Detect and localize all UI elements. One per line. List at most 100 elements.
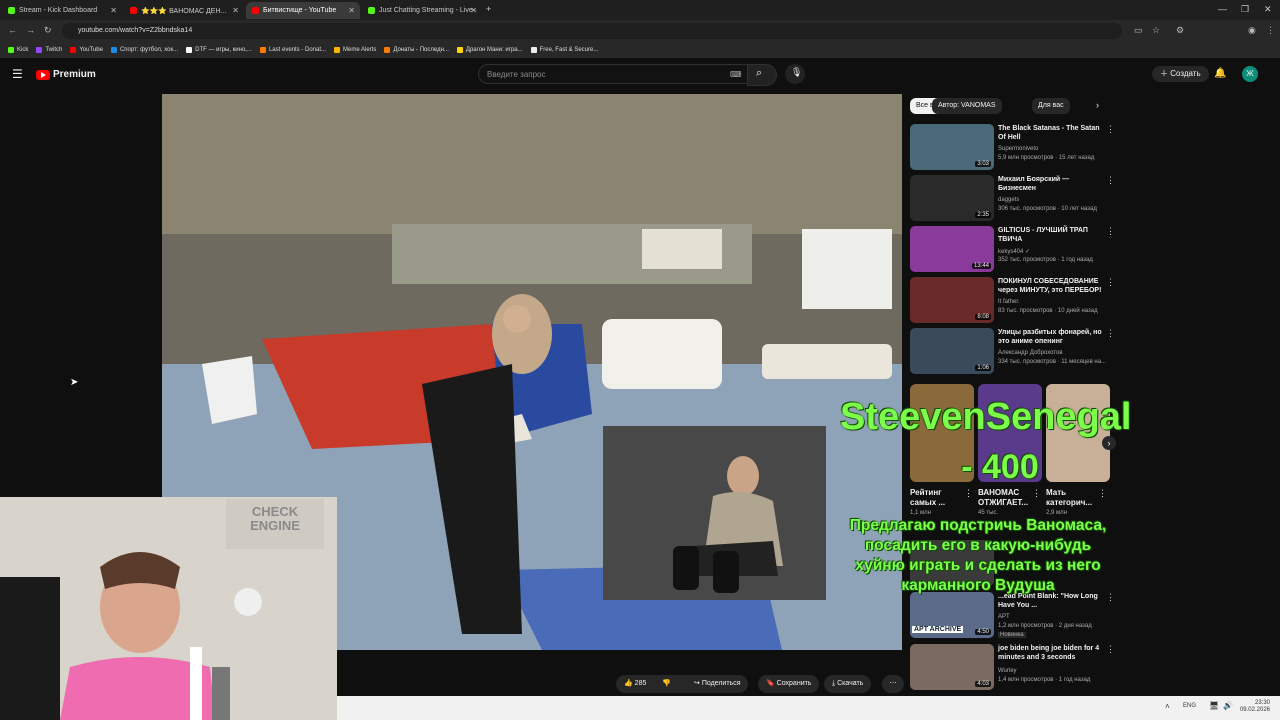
video-thumbnail[interactable]: 3:03	[910, 124, 994, 170]
bookmark-dtf[interactable]: DTF — игры, кино,...	[186, 47, 252, 53]
close-icon[interactable]: ✕	[348, 6, 355, 15]
list-item[interactable]: 4:03 joe biden being joe biden for 4 min…	[910, 644, 1120, 690]
like-count[interactable]: 285	[635, 680, 647, 687]
more-options-icon[interactable]: ⋮	[964, 488, 973, 499]
video-title[interactable]: The Black Satanas - The Satan Of Hell	[998, 124, 1102, 142]
more-options-icon[interactable]: ⋮	[1106, 124, 1115, 135]
more-options-icon[interactable]: ⋮	[1106, 277, 1115, 288]
list-item[interactable]: 13:44 GILTICUS - ЛУЧШИЙ ТРАП ТВИЧА kekys…	[910, 226, 1120, 272]
language-indicator[interactable]: ENG	[1183, 703, 1196, 709]
video-thumbnail[interactable]: 13:44	[910, 226, 994, 272]
more-actions-button[interactable]: ⋯	[882, 675, 904, 693]
create-button[interactable]: ＋ Создать	[1152, 66, 1209, 82]
bookmark-twitch[interactable]: Twitch	[36, 47, 62, 53]
save-button[interactable]: 🔖 Сохранить	[758, 675, 820, 693]
bookmark-sport[interactable]: Спорт: футбол, хок...	[110, 47, 178, 53]
video-title[interactable]: Улицы разбитых фонарей, но это аниме опе…	[998, 328, 1102, 346]
shorts-next-button[interactable]: ›	[1102, 436, 1116, 450]
tab-just-chatting[interactable]: Just Chatting Streaming - Live · ✕	[362, 2, 482, 19]
profile-icon[interactable]: ◉	[1248, 25, 1256, 36]
video-title[interactable]: ПОКИНУЛ СОБЕСЕДОВАНИЕ через МИНУТУ, это …	[998, 277, 1102, 295]
bookmark-dragon[interactable]: Драгон Мани: игра...	[456, 47, 523, 53]
notifications-bell-icon[interactable]: 🔔	[1214, 68, 1226, 79]
video-title[interactable]: joe biden being joe biden for 4 minutes …	[998, 644, 1102, 662]
video-thumbnail[interactable]: APT ARCHIVE 4:50	[910, 592, 994, 638]
network-icon[interactable]: 🖥	[1209, 701, 1219, 710]
channel-name[interactable]: daggets	[998, 197, 1019, 203]
bookmark-youtube[interactable]: YouTube	[70, 47, 103, 53]
minimize-icon[interactable]: —	[1218, 4, 1227, 14]
channel-name[interactable]: Supermoniveto	[998, 146, 1038, 152]
video-thumbnail[interactable]: 8:08	[910, 277, 994, 323]
more-options-icon[interactable]: ⋮	[1106, 644, 1115, 655]
tab-kick-dashboard[interactable]: Stream - Kick Dashboard ✕	[2, 2, 122, 19]
hamburger-menu-icon[interactable]: ☰	[12, 67, 23, 81]
close-icon[interactable]: ✕	[470, 6, 477, 15]
tab-vanomas[interactable]: ⭐⭐⭐ ВАНОМАС ДЕН... ✕	[124, 2, 244, 19]
seated-man-photo	[603, 426, 826, 600]
video-title[interactable]: GILTICUS - ЛУЧШИЙ ТРАП ТВИЧА	[998, 226, 1102, 244]
video-title[interactable]: Михаил Боярский — Бизнесмен	[998, 175, 1102, 193]
dislike-icon[interactable]: 👎	[662, 680, 671, 687]
close-window-icon[interactable]: ✕	[1264, 4, 1272, 15]
download-button[interactable]: ⤓ Скачать	[824, 675, 872, 693]
bookmark-donations[interactable]: Донаты - Последн...	[384, 47, 449, 53]
more-options-icon[interactable]: ⋮	[1098, 488, 1107, 499]
reload-icon[interactable]: ↻	[44, 25, 52, 36]
list-item[interactable]: 3:03 The Black Satanas - The Satan Of He…	[910, 124, 1120, 170]
short-title[interactable]: ВАНОМАС ОТЖИГАЕТ...	[978, 488, 1034, 508]
extensions-icon[interactable]: ⚙	[1176, 25, 1184, 36]
chip-author[interactable]: Автор: VANOMAS	[932, 98, 1002, 114]
menu-icon[interactable]: ⋮	[1266, 25, 1275, 36]
more-options-icon[interactable]: ⋮	[1032, 488, 1041, 499]
bookmark-meme-alerts[interactable]: Meme Alerts	[334, 47, 376, 53]
bookmark-kick[interactable]: Kick	[8, 47, 28, 53]
bookmark-donat[interactable]: Last events - Donat...	[259, 47, 326, 53]
duration-badge: 3:03	[975, 161, 991, 167]
short-title[interactable]: Мать категорич...	[1046, 488, 1102, 508]
channel-name[interactable]: Александр Доброхотов	[998, 350, 1063, 356]
list-item[interactable]: 2:35 Михаил Боярский — Бизнесмен daggets…	[910, 175, 1120, 221]
channel-name[interactable]: Wurley	[998, 668, 1017, 674]
clock[interactable]: 23:30 09.02.2026	[1240, 700, 1270, 714]
tray-arrow-icon[interactable]: ˄	[1165, 702, 1170, 711]
create-label: Создать	[1170, 69, 1201, 78]
share-button[interactable]: ↪ Поделиться	[686, 675, 749, 693]
chip-for-you[interactable]: Для вас	[1032, 98, 1070, 114]
keyboard-icon[interactable]: ⌨	[730, 70, 742, 79]
new-tab-button[interactable]: +	[486, 4, 491, 14]
list-item[interactable]: 8:08 ПОКИНУЛ СОБЕСЕДОВАНИЕ через МИНУТУ,…	[910, 277, 1120, 323]
tab-active-youtube[interactable]: Битвистище - YouTube ✕	[246, 2, 360, 19]
list-item[interactable]: 1:06 Улицы разбитых фонарей, но это аним…	[910, 328, 1120, 374]
star-icon[interactable]: ☆	[1152, 25, 1160, 36]
duration-badge: 8:08	[975, 314, 991, 320]
video-thumbnail[interactable]: 4:03	[910, 644, 994, 690]
more-options-icon[interactable]: ⋮	[1106, 328, 1115, 339]
close-icon[interactable]: ✕	[110, 6, 117, 15]
video-thumbnail[interactable]: 2:35	[910, 175, 994, 221]
more-options-icon[interactable]: ⋮	[1106, 226, 1115, 237]
list-item[interactable]: APT ARCHIVE 4:50 ...ead Point Blank: "Ho…	[910, 592, 1120, 638]
volume-icon[interactable]: 🔊	[1223, 701, 1233, 710]
cast-icon[interactable]: ▭	[1134, 25, 1143, 36]
channel-name[interactable]: kekys404 ✓	[998, 248, 1030, 255]
back-icon[interactable]: ←	[8, 25, 17, 35]
close-icon[interactable]: ✕	[232, 6, 239, 15]
maximize-icon[interactable]: ❐	[1241, 4, 1249, 15]
voice-search-button[interactable]: 🎙	[785, 64, 805, 84]
bookmark-free-fast[interactable]: Free, Fast & Secure...	[530, 47, 598, 53]
donation-amount: - 400	[961, 448, 1039, 486]
video-thumbnail[interactable]: 1:06	[910, 328, 994, 374]
forward-icon[interactable]: →	[26, 25, 35, 35]
like-icon[interactable]: 👍	[624, 680, 633, 687]
short-title[interactable]: Рейтинг самых ...	[910, 488, 966, 508]
youtube-logo[interactable]: Premium	[36, 69, 96, 80]
avatar[interactable]: Ж	[1242, 66, 1258, 82]
chevron-right-icon[interactable]: ›	[1096, 100, 1099, 110]
channel-name[interactable]: It father.	[998, 299, 1020, 305]
search-button[interactable]: ⌕	[747, 64, 777, 86]
more-options-icon[interactable]: ⋮	[1106, 175, 1115, 186]
url-field[interactable]: youtube.com/watch?v=Z2bbndska14	[62, 23, 1122, 39]
search-input[interactable]: Введите запрос	[478, 64, 748, 84]
channel-name[interactable]: APT	[998, 614, 1010, 620]
